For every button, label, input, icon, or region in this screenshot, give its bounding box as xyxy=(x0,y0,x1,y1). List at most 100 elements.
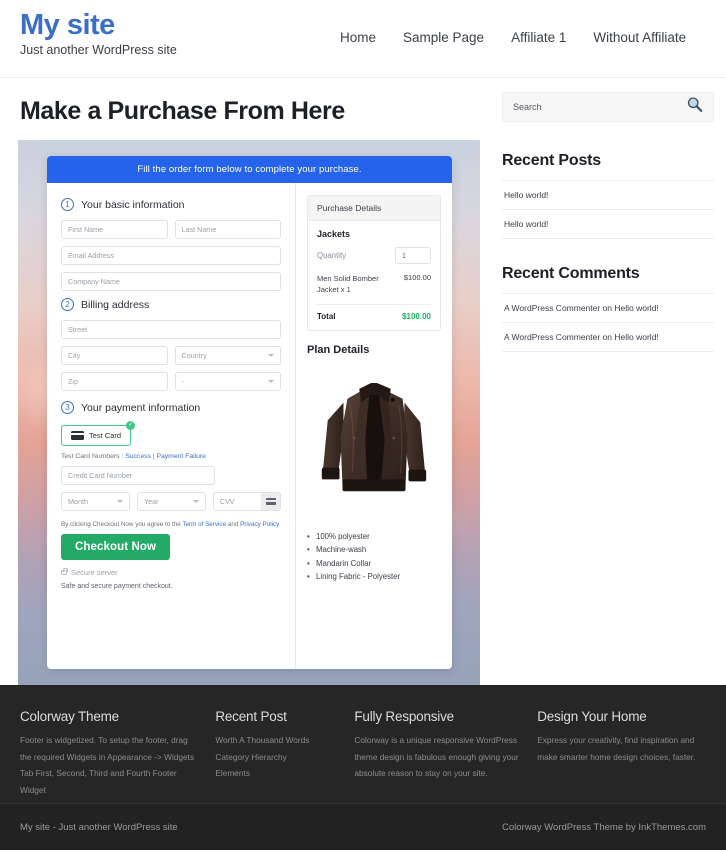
cvv-card-icon xyxy=(261,493,280,510)
privacy-policy-link[interactable]: Privacy Policy xyxy=(240,521,279,528)
checkout-now-button[interactable]: Checkout Now xyxy=(61,534,171,560)
footer-link[interactable]: Category Hierarchy xyxy=(215,749,340,766)
form-left-column: 1 Your basic information First Name Last… xyxy=(47,183,295,669)
site-tagline: Just another WordPress site xyxy=(20,43,177,58)
footer-copyright: My site - Just another WordPress site xyxy=(20,821,178,833)
site-branding[interactable]: My site Just another WordPress site xyxy=(20,0,177,58)
site-header: My site Just another WordPress site Home… xyxy=(0,0,726,78)
chevron-down-icon xyxy=(192,500,199,503)
month-select[interactable]: Month xyxy=(61,492,130,511)
list-item[interactable]: A WordPress Commenter on Hello world! xyxy=(502,293,714,322)
widget-recent-comments: Recent Comments A WordPress Commenter on… xyxy=(502,265,714,352)
test-card-success-link[interactable]: Success xyxy=(125,453,151,460)
quantity-label: Quantity xyxy=(317,251,347,260)
chevron-down-icon xyxy=(268,354,274,357)
purchase-details-heading: Purchase Details xyxy=(308,196,440,221)
recent-comments-list: A WordPress Commenter on Hello world! A … xyxy=(502,293,714,352)
quantity-input[interactable]: 1 xyxy=(395,247,431,264)
step-1-header: 1 Your basic information xyxy=(61,198,281,211)
divider xyxy=(317,303,431,305)
nav-item-affiliate-1[interactable]: Affiliate 1 xyxy=(511,30,566,45)
name-row: First Name Last Name xyxy=(61,220,281,246)
footer-column-design-your-home: Design Your Home Express your creativity… xyxy=(537,709,706,785)
cvv-wrapper: CVV xyxy=(212,492,281,518)
step-1-label: Your basic information xyxy=(81,198,185,211)
footer-link[interactable]: Worth A Thousand Words xyxy=(215,732,340,749)
credit-card-icon xyxy=(71,431,84,440)
city-input[interactable]: City xyxy=(61,346,168,365)
footer-column-title: Recent Post xyxy=(215,709,287,724)
nav-item-sample-page[interactable]: Sample Page xyxy=(403,30,484,45)
test-card-numbers: Test Card Numbers : Success | Payment Fa… xyxy=(61,453,281,460)
search-input[interactable]: Search xyxy=(513,102,542,112)
form-body: 1 Your basic information First Name Last… xyxy=(47,183,452,669)
step-3-label: Your payment information xyxy=(81,401,201,414)
product-image-bomber-jacket xyxy=(307,362,441,524)
list-item[interactable]: Hello world! xyxy=(502,209,714,239)
country-select-value: Country xyxy=(181,351,207,360)
order-form-card: Fill the order form below to complete yo… xyxy=(47,156,452,669)
footer-column-text: Colorway is a unique responsive WordPres… xyxy=(354,735,519,779)
total-label: Total xyxy=(317,311,336,321)
country-select[interactable]: Country xyxy=(174,346,281,365)
city-country-row: City Country xyxy=(61,346,281,372)
primary-navigation: Home Sample Page Affiliate 1 Without Aff… xyxy=(340,30,686,45)
step-3-header: 3 Your payment information xyxy=(61,401,281,414)
company-input[interactable]: Company Name xyxy=(61,272,281,291)
test-card-prefix: Test Card Numbers : xyxy=(61,453,126,460)
expiry-cvv-row: Month Year CVV xyxy=(61,492,281,518)
nav-item-home[interactable]: Home xyxy=(340,30,376,45)
quantity-row: Quantity 1 xyxy=(317,247,431,264)
street-input[interactable]: Street xyxy=(61,320,281,339)
recent-posts-list: Hello world! Hello world! xyxy=(502,180,714,239)
email-input[interactable]: Email Address xyxy=(61,246,281,265)
footer-bottom-bar: My site - Just another WordPress site Co… xyxy=(0,803,726,850)
secure-checkout-note: Safe and secure payment checkout. xyxy=(61,583,173,590)
purchase-product-name: Jackets xyxy=(317,229,351,239)
purchase-details-box: Purchase Details Jackets Quantity 1 Men … xyxy=(307,195,441,331)
site-title[interactable]: My site xyxy=(20,10,177,41)
terms-of-service-link[interactable]: Term of Service xyxy=(182,521,226,528)
footer-column-recent-post: Recent Post Worth A Thousand Words Categ… xyxy=(215,709,340,785)
line-item-name: Men Solid Bomber Jacket x 1 xyxy=(317,274,379,295)
footer-link[interactable]: Elements xyxy=(215,765,340,782)
secure-server-row: Secure server xyxy=(61,568,281,577)
search-icon[interactable] xyxy=(686,96,703,118)
nav-item-without-affiliate[interactable]: Without Affiliate xyxy=(593,30,686,45)
widget-recent-posts: Recent Posts Hello world! Hello world! xyxy=(502,152,714,239)
step-1-number: 1 xyxy=(61,198,74,211)
payment-method-test-card[interactable]: Test Card ✓ xyxy=(61,421,136,446)
test-card-failure-link[interactable]: Payment Failure xyxy=(156,453,206,460)
footer-column-title: Fully Responsive xyxy=(354,709,454,724)
total-row: Total $100.00 xyxy=(317,312,431,321)
sidebar: Search Recent Posts Hello world! Hello w… xyxy=(502,78,714,685)
terms-prefix: By clicking Checkout Now you agree to th… xyxy=(61,521,183,528)
step-2-number: 2 xyxy=(61,298,74,311)
plan-feature: Machine-wash xyxy=(307,543,441,557)
check-circle-icon: ✓ xyxy=(126,421,136,430)
chevron-down-icon xyxy=(268,380,274,383)
state-select-value: - xyxy=(181,377,184,386)
plan-feature: 100% polyester xyxy=(307,530,441,544)
last-name-input[interactable]: Last Name xyxy=(174,220,281,239)
list-item[interactable]: Hello world! xyxy=(502,180,714,209)
line-item-price: $100.00 xyxy=(403,273,431,282)
plan-features-list: 100% polyester Machine-wash Mandarin Col… xyxy=(307,530,441,585)
plan-feature: Lining Fabric - Polyester xyxy=(307,570,441,584)
footer-credit[interactable]: Colorway WordPress Theme by InkThemes.co… xyxy=(502,822,706,833)
first-name-input[interactable]: First Name xyxy=(61,220,168,239)
zip-input[interactable]: Zip xyxy=(61,372,168,391)
chevron-down-icon xyxy=(116,500,123,503)
step-2-header: 2 Billing address xyxy=(61,298,281,311)
list-item[interactable]: A WordPress Commenter on Hello world! xyxy=(502,322,714,352)
search-widget[interactable]: Search xyxy=(502,92,714,122)
footer-column-text: Express your creativity, find inspiratio… xyxy=(537,735,696,762)
year-select[interactable]: Year xyxy=(136,492,206,511)
form-right-column: Purchase Details Jackets Quantity 1 Men … xyxy=(295,183,452,669)
state-select[interactable]: - xyxy=(174,372,281,391)
hero-background: Fill the order form below to complete yo… xyxy=(18,140,480,685)
widget-title: Recent Comments xyxy=(502,265,640,282)
total-value: $100.00 xyxy=(402,311,431,321)
credit-card-number-input[interactable]: Credit Card Number xyxy=(61,466,215,485)
plan-details-heading: Plan Details xyxy=(307,343,370,356)
